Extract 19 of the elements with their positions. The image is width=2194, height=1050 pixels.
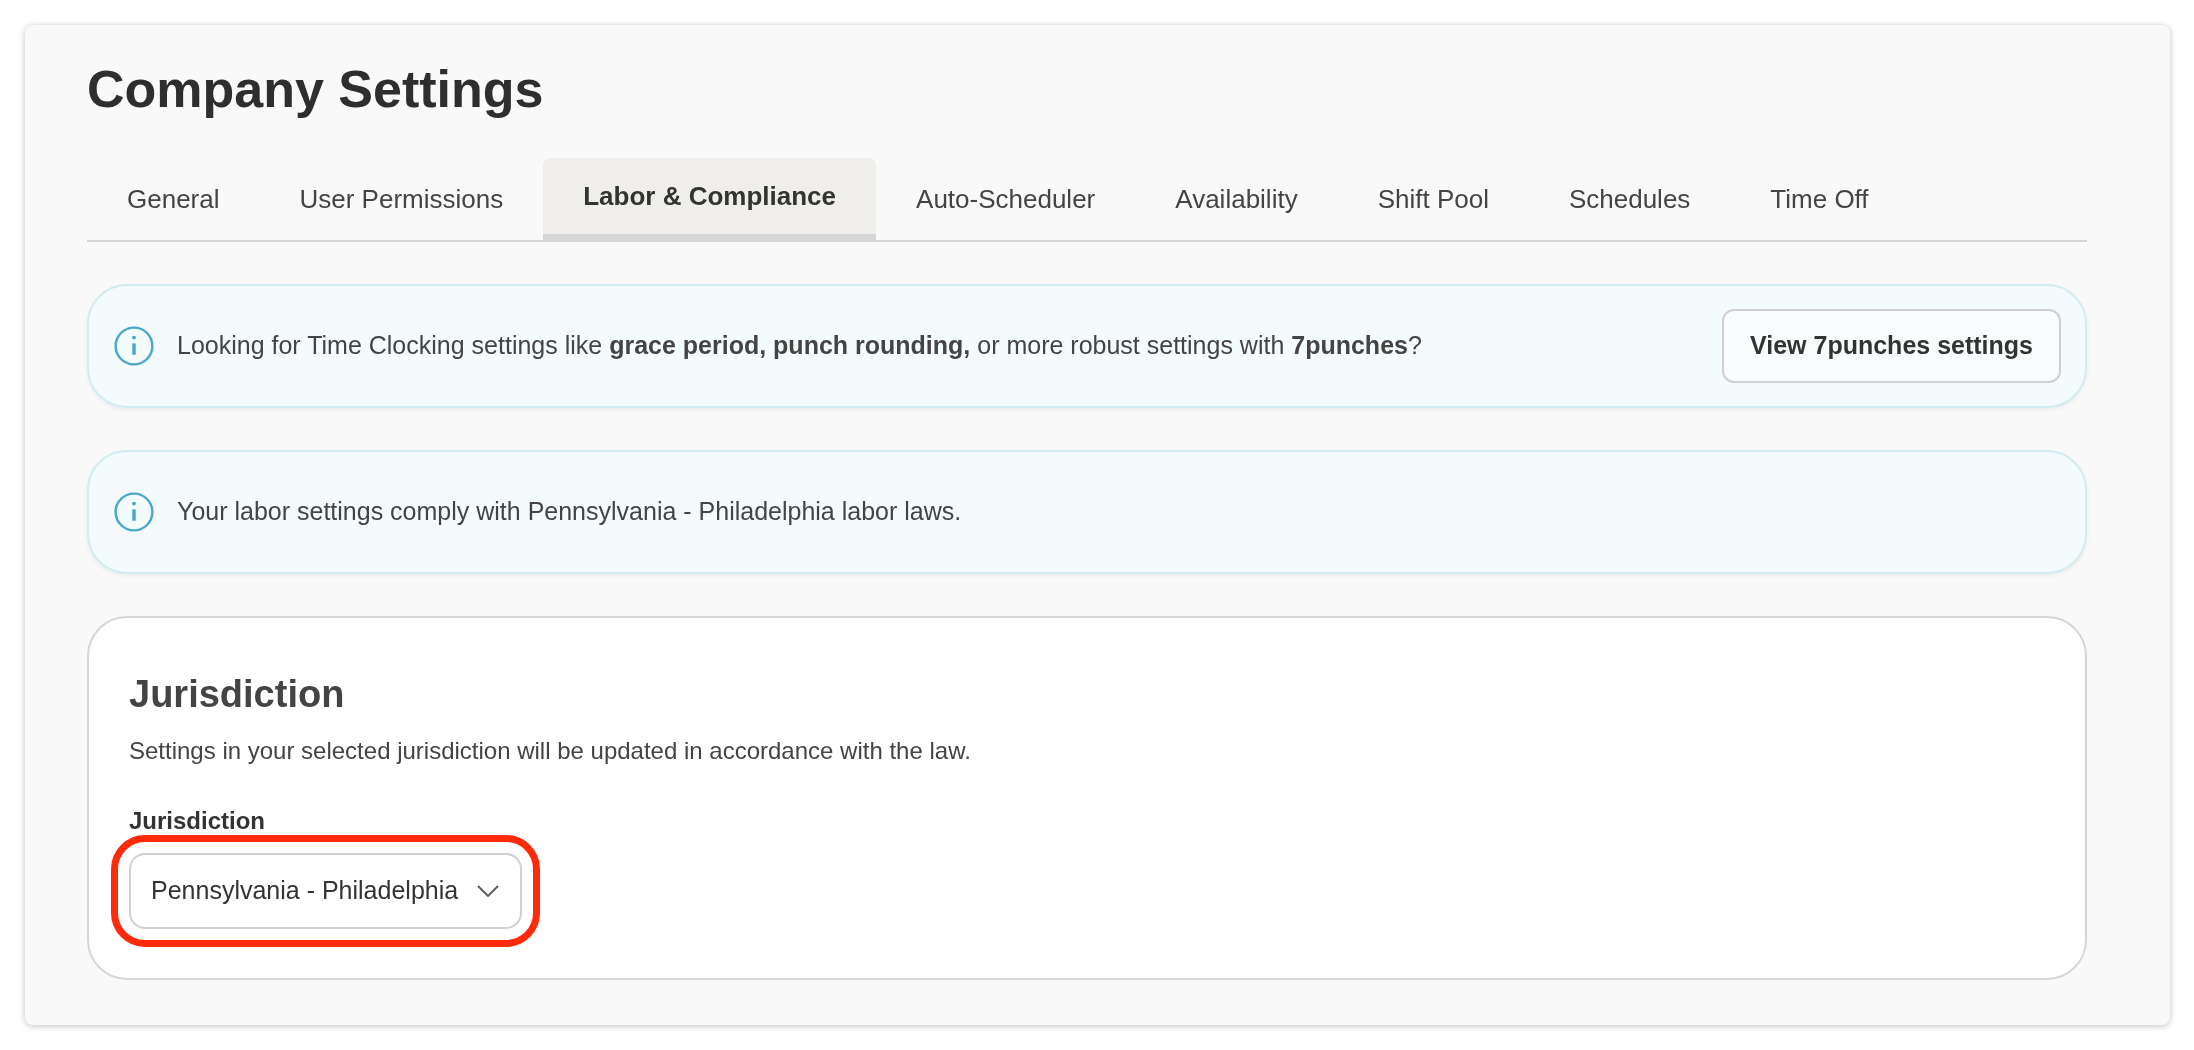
page-title: Company Settings [87,59,545,120]
tab[interactable]: Schedules [1528,158,1731,240]
tab[interactable]: Labor & Compliance [543,158,877,240]
tab[interactable]: Time Off [1730,158,1909,240]
card-description: Settings in your selected jurisdiction will be updated in accordance with the law. [129,736,972,766]
jurisdiction-select[interactable]: Pennsylvania - Philadelphia [129,853,523,929]
card-title: Jurisdiction [129,672,346,717]
info-icon [113,325,155,367]
view-settings-button[interactable]: View 7punches settings [1722,309,2061,383]
tab[interactable]: Auto-Scheduler [876,158,1136,240]
banner-text: Your labor settings comply with Pennsylvania - Philadelphia labor laws. [177,496,963,528]
chevron-down-icon [476,884,501,898]
tab[interactable]: User Permissions [259,158,544,240]
info-icon [113,491,155,533]
banner-text: Looking for Time Clocking settings like grace period, punch rounding, or more robust settings with 7punches? [177,330,1423,362]
tab[interactable]: General [87,158,260,240]
tab[interactable]: Shift Pool [1337,158,1529,240]
field-label: Jurisdiction [129,806,266,836]
tab[interactable]: Availability [1135,158,1338,240]
